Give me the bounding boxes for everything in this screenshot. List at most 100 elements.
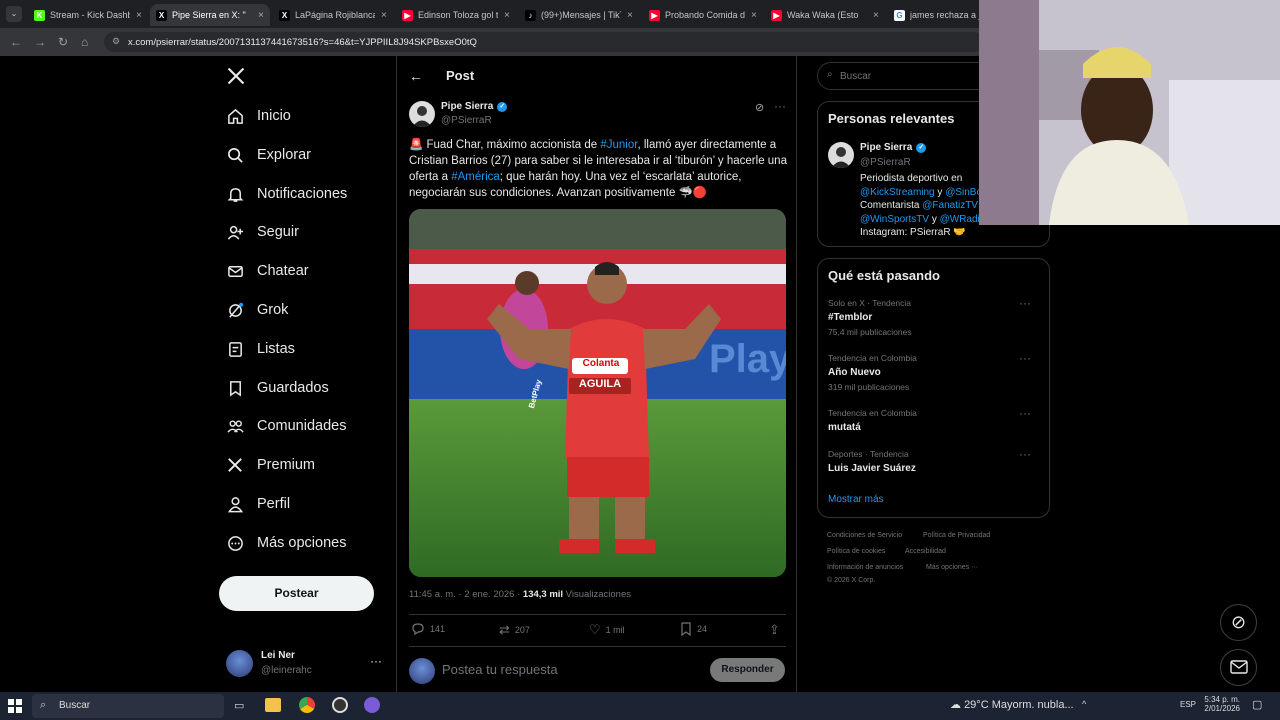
account-handle: @leinerahc (261, 665, 312, 676)
footer-more[interactable]: Más opciones ··· (926, 564, 978, 571)
reply-button[interactable]: Responder (710, 658, 785, 682)
trend-item[interactable]: Deportes · Tendencia Luis Javier Suárez ··… (828, 447, 1041, 474)
trend-count: 75,4 mil publicaciones (828, 327, 912, 337)
footer-terms[interactable]: Condiciones de Servicio (827, 532, 902, 539)
trend-more-icon[interactable]: ··· (1019, 406, 1031, 420)
repost-action[interactable]: ⇄ 207 (499, 622, 530, 638)
more-dots-icon[interactable]: ··· (370, 654, 382, 668)
like-action[interactable]: ♡ 1 mil (589, 622, 625, 638)
nav-item-premium[interactable]: Premium (226, 453, 315, 477)
tab-close-icon[interactable]: × (751, 10, 757, 21)
footer-privacy[interactable]: Política de Privacidad (923, 532, 990, 539)
browser-tab[interactable]: ♪ (99+)Mensajes | TikTo × (519, 4, 639, 26)
nav-item-inicio[interactable]: Inicio (226, 104, 291, 128)
taskbar-search[interactable]: ⌕ Buscar (32, 694, 224, 718)
footer-ads[interactable]: Información de anuncios (827, 564, 903, 571)
grok-float-button[interactable]: ⊘ (1220, 604, 1257, 641)
post-more-icon[interactable]: ··· (774, 99, 786, 113)
chrome-icon[interactable] (299, 697, 315, 713)
tab-close-icon[interactable]: × (258, 10, 264, 21)
repost-icon: ⇄ (499, 622, 510, 637)
share-icon[interactable]: ⇪ (769, 622, 780, 638)
x-logo-icon[interactable] (226, 66, 246, 86)
site-info-icon[interactable]: ⚙ (112, 36, 120, 47)
tab-search-dropdown[interactable]: ⌄ (6, 6, 22, 22)
trend-item[interactable]: Tendencia en Colombia mutatá ··· (828, 406, 1041, 433)
relevant-avatar[interactable] (828, 142, 854, 168)
url-field[interactable]: ⚙ x.com/psierrar/status/2007131137441673… (104, 32, 984, 52)
footer-cookies[interactable]: Política de cookies (827, 548, 885, 555)
grok-explain-icon[interactable]: ⊘ (755, 101, 764, 114)
trend-more-icon[interactable]: ··· (1019, 351, 1031, 365)
post-button[interactable]: Postear (219, 576, 374, 611)
footer-accessibility[interactable]: Accesibilidad (905, 548, 946, 555)
nav-item-explorar[interactable]: Explorar (226, 143, 311, 167)
file-explorer-icon[interactable] (265, 698, 281, 712)
tab-close-icon[interactable]: × (136, 10, 142, 21)
browser-tab[interactable]: X Pipe Sierra en X: " × (150, 4, 270, 26)
search-box[interactable]: ⌕ Buscar (817, 62, 997, 90)
task-view-icon[interactable]: ▭ (234, 699, 244, 712)
verified-icon: ✓ (497, 101, 508, 112)
bio-mention[interactable]: @SinBo (945, 187, 982, 198)
nav-item-listas[interactable]: Listas (226, 337, 295, 361)
app-icon[interactable] (364, 697, 380, 713)
account-switcher[interactable]: Lei Ner @leinerahc ··· (226, 648, 386, 680)
trend-more-icon[interactable]: ··· (1019, 447, 1031, 461)
browser-tab[interactable]: K Stream - Kick Dashbo × (28, 4, 148, 26)
reply-input[interactable]: Postea tu respuesta (442, 662, 558, 677)
author-handle: @PSierraR (441, 115, 492, 126)
nav-item-grok[interactable]: Grok (226, 298, 288, 322)
reload-icon[interactable]: ↻ (58, 35, 68, 49)
nav-item-guardados[interactable]: Guardados (226, 376, 329, 400)
bookmark-action[interactable]: 24 (680, 622, 707, 636)
trend-name: #Temblor (828, 312, 873, 323)
back-arrow-icon[interactable]: ← (409, 68, 423, 84)
notifications-icon[interactable]: ▢ (1252, 698, 1262, 711)
hashtag-link[interactable]: #América (451, 171, 500, 183)
browser-tab[interactable]: X LaPágina Rojiblanca × (273, 4, 393, 26)
hashtag-link[interactable]: #Junior (600, 139, 637, 151)
reply-action[interactable]: 141 (411, 622, 445, 636)
tray-chevron-icon[interactable]: ^ (1082, 699, 1086, 709)
bio-mention[interactable]: @WinSportsTV (860, 214, 929, 225)
tab-close-icon[interactable]: × (873, 10, 879, 21)
trend-item[interactable]: Tendencia en Colombia Año Nuevo 319 mil pu… (828, 351, 1041, 392)
nav-item-comunidades[interactable]: Comunidades (226, 414, 346, 438)
relevant-name-row[interactable]: Pipe Sierra ✓ (860, 142, 927, 153)
tab-close-icon[interactable]: × (504, 10, 510, 21)
show-more-link[interactable]: Mostrar más (828, 494, 884, 505)
bio-mention[interactable]: @KickStreaming (860, 187, 935, 198)
reply-icon (412, 623, 424, 636)
messages-float-button[interactable] (1220, 649, 1257, 686)
browser-tab[interactable]: ▶ Probando Comida de × (643, 4, 763, 26)
obs-icon[interactable] (332, 697, 348, 713)
post-timestamp[interactable]: 11:45 a. m. · 2 ene. 2026 · (409, 589, 523, 600)
nav-item-chatear[interactable]: Chatear (226, 259, 309, 283)
home-browser-icon[interactable]: ⌂ (81, 35, 88, 49)
nav-item-seguir[interactable]: Seguir (226, 220, 299, 244)
nav-item-perfil[interactable]: Perfil (226, 492, 290, 516)
browser-tab[interactable]: ▶ Waka Waka (Esto × (765, 4, 885, 26)
grok-icon (226, 301, 244, 319)
nav-item-mas-opciones[interactable]: Más opciones (226, 531, 346, 555)
tab-close-icon[interactable]: × (381, 10, 387, 21)
start-button[interactable] (8, 699, 22, 713)
tab-favicon-icon: X (156, 9, 167, 21)
author-avatar[interactable] (409, 101, 435, 127)
trend-item[interactable]: Solo en X · Tendencia #Temblor 75,4 mil pu… (828, 296, 1041, 337)
back-icon[interactable]: ← (10, 35, 22, 49)
tab-title: LaPágina Rojiblanca (295, 10, 375, 20)
weather-widget[interactable]: ☁ 29°C Mayorm. nubla... (950, 698, 1074, 711)
language-indicator[interactable]: ESP (1180, 700, 1196, 709)
trend-more-icon[interactable]: ··· (1019, 296, 1031, 310)
divider (409, 614, 786, 615)
post-image[interactable]: Colanta AGUILA BetPlay Play (409, 209, 786, 577)
browser-tab[interactable]: ▶ Edinson Toloza gol te × (396, 4, 516, 26)
forward-icon[interactable]: → (34, 35, 46, 49)
bio-mention[interactable]: @FanatizTV (922, 200, 978, 211)
author-name-row[interactable]: Pipe Sierra ✓ (441, 101, 508, 112)
clock[interactable]: 5:34 p. m. 2/01/2026 (1200, 695, 1240, 713)
tab-close-icon[interactable]: × (627, 10, 633, 21)
nav-item-notificaciones[interactable]: Notificaciones (226, 182, 347, 206)
